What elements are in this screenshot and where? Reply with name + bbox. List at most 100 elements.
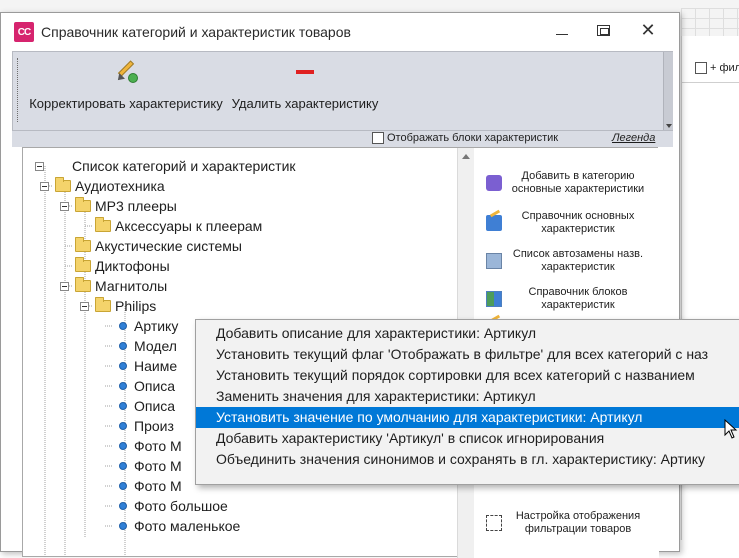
tree-characteristic[interactable]: Фото М [119, 456, 182, 476]
image-icon [486, 253, 502, 269]
maximize-icon [596, 24, 610, 36]
puzzle-icon [486, 175, 502, 191]
folder-icon [95, 217, 111, 232]
legend-link[interactable]: Легенда [612, 132, 655, 144]
tree-root[interactable]: Список категорий и характеристик [35, 156, 296, 176]
maximize-button[interactable] [588, 17, 618, 43]
folder-icon [75, 277, 91, 292]
collapse-icon[interactable] [35, 161, 44, 171]
tree-characteristic[interactable]: Описа [119, 376, 175, 396]
collapse-icon[interactable] [40, 181, 49, 191]
folder-icon [55, 177, 71, 192]
tree-characteristic[interactable]: Модел [119, 336, 177, 356]
collapse-icon[interactable] [60, 281, 69, 291]
close-button[interactable]: ✕ [633, 17, 663, 43]
bullet-icon [119, 482, 127, 490]
collapse-icon[interactable] [60, 201, 69, 211]
bullet-icon [119, 522, 127, 530]
tree-item-label: Фото большое [134, 498, 228, 514]
delete-characteristic-button[interactable]: Удалить характеристику [231, 58, 379, 111]
bullet-icon [119, 462, 127, 470]
grid-icon [486, 291, 502, 307]
bullet-icon [119, 342, 127, 350]
tree-item-label: Акустические системы [95, 238, 242, 254]
tree-characteristic[interactable]: Описа [119, 396, 175, 416]
minimize-button[interactable] [547, 17, 577, 43]
checkbox-label: + фил [710, 62, 739, 74]
side-action-button[interactable]: Список автозамены назв. характеристик [474, 248, 657, 274]
side-action-button[interactable]: Справочник блоков характеристик [474, 286, 657, 312]
side-action-button[interactable]: Добавить в категорию основные характерис… [474, 170, 657, 196]
bullet-icon [119, 502, 127, 510]
tree-characteristic[interactable]: Фото маленькое [119, 516, 240, 536]
background-grid [681, 8, 739, 36]
select-icon [486, 515, 502, 531]
tree-category[interactable]: Philips [80, 296, 156, 316]
tree-category[interactable]: Диктофоны [75, 256, 170, 276]
checkbox-box[interactable] [372, 132, 384, 144]
tree-item-label: Наиме [134, 358, 178, 374]
chevron-up-icon [462, 154, 470, 159]
tree-item-label: Артику [134, 318, 179, 334]
folder-icon [75, 237, 91, 252]
delete-characteristic-label: Удалить характеристику [231, 96, 379, 111]
bullet-icon [119, 322, 127, 330]
side-action-label: Справочник основных характеристик [521, 210, 635, 235]
tree-item-label: MP3 плееры [95, 198, 177, 214]
tree-characteristic[interactable]: Произ [119, 416, 174, 436]
side-action-button[interactable]: Настройка отображения фильтрации товаров [474, 510, 657, 536]
checkbox-box[interactable] [695, 62, 707, 74]
edit-characteristic-button[interactable]: Корректировать характеристику [29, 58, 223, 111]
show-blocks-checkbox[interactable]: Отображать блоки характеристик [372, 132, 558, 144]
side-action-label: Настройка отображения фильтрации товаров [515, 510, 641, 535]
tree-item-label: Произ [134, 418, 174, 434]
context-menu-item[interactable]: Установить текущий флаг 'Отображать в фи… [196, 344, 739, 365]
tree-characteristic[interactable]: Наиме [119, 356, 177, 376]
background-filter-checkbox[interactable]: + фил [695, 62, 739, 74]
context-menu-item[interactable]: Установить значение по умолчанию для хар… [196, 407, 739, 428]
tree-characteristic[interactable]: Фото М [119, 436, 182, 456]
tree-category[interactable]: MP3 плееры [60, 196, 177, 216]
app-icon: CC [14, 22, 34, 42]
bullet-icon [119, 362, 127, 370]
tree-item-label: Аудиотехника [75, 178, 165, 194]
folder-icon [75, 197, 91, 212]
tree-category[interactable]: Акустические системы [75, 236, 242, 256]
title-bar[interactable]: CC Справочник категорий и характеристик … [1, 13, 679, 51]
toolbar-grip[interactable] [17, 58, 19, 122]
context-menu-item[interactable]: Объединить значения синонимов и сохранят… [196, 449, 739, 470]
side-action-label: Справочник блоков характеристик [528, 286, 628, 311]
tree-characteristic[interactable]: Артику [119, 316, 178, 336]
tree-item-label: Описа [134, 378, 176, 394]
folder-icon [75, 257, 91, 272]
minimize-icon [556, 33, 568, 35]
tree-item-label: Диктофоны [95, 258, 170, 274]
context-menu-item[interactable]: Установить текущий порядок сортировки дл… [196, 365, 739, 386]
tree-category[interactable]: Магнитолы [60, 276, 167, 296]
collapse-icon[interactable] [80, 301, 89, 311]
tree-characteristic[interactable]: Фото большое [119, 496, 228, 516]
side-action-button[interactable]: Справочник основных характеристик [474, 210, 657, 236]
tree-category[interactable]: Аксессуары к плеерам [95, 216, 262, 236]
tree-characteristic[interactable]: Фото М [119, 476, 182, 496]
tree-item-label: Аксессуары к плеерам [115, 218, 263, 234]
context-menu-item[interactable]: Добавить описание для характеристики: Ар… [196, 323, 739, 344]
context-menu-item[interactable]: Добавить характеристику 'Артикул' в спис… [196, 428, 739, 449]
tree-item-label: Фото М [134, 438, 182, 454]
minus-icon [290, 58, 320, 88]
bullet-icon [119, 442, 127, 450]
tree-item-label: Описа [134, 398, 176, 414]
bullet-icon [119, 382, 127, 390]
toolbar: Корректировать характеристику Удалить ха… [12, 51, 673, 131]
background-divider [681, 82, 739, 83]
tree-item-label: Фото маленькое [134, 518, 241, 534]
side-action-label: Добавить в категорию основные характерис… [511, 170, 645, 195]
context-menu-item[interactable]: Заменить значения для характеристики: Ар… [196, 386, 739, 407]
edit-characteristic-label: Корректировать характеристику [29, 96, 223, 111]
close-icon: ✕ [640, 20, 656, 40]
bullet-icon [119, 422, 127, 430]
mouse-cursor-icon [724, 419, 738, 439]
folder-icon [95, 297, 111, 312]
toolbar-scroll[interactable] [663, 52, 673, 130]
tree-category[interactable]: Аудиотехника [40, 176, 165, 196]
